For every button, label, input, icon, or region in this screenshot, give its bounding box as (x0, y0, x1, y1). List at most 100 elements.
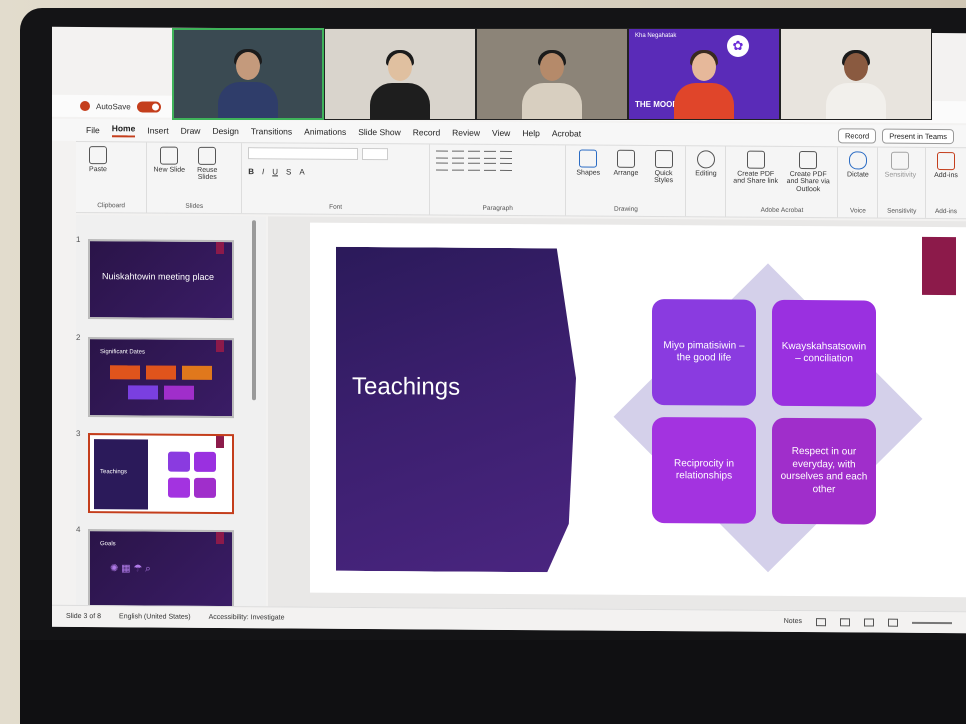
language[interactable]: English (United States) (119, 613, 191, 620)
tab-view[interactable]: View (492, 128, 510, 138)
tab-review[interactable]: Review (452, 128, 480, 138)
quick-styles-icon (654, 150, 673, 169)
strikethrough-button[interactable]: S (286, 167, 291, 176)
pdf-share-icon (746, 150, 765, 169)
thumb-box (194, 451, 216, 472)
bold-button[interactable]: B (248, 167, 254, 176)
tab-home[interactable]: Home (111, 123, 136, 138)
slide-thumbnail-4[interactable]: Goals ✺ ▦ ☂ ⌕ (88, 529, 234, 611)
thumb-corner-decoration (216, 241, 224, 255)
goals-icons: ✺ ▦ ☂ ⌕ (110, 563, 151, 575)
underline-button[interactable]: U (272, 167, 278, 176)
quick-styles-button[interactable]: Quick Styles (648, 150, 680, 212)
reuse-slides-icon (198, 146, 217, 165)
normal-view-icon[interactable] (816, 617, 826, 626)
participant-tile-2[interactable] (324, 28, 476, 120)
addins-group-label: Add-ins (934, 207, 958, 216)
clipboard-group-label: Clipboard (97, 202, 126, 210)
date-box (182, 365, 212, 380)
slide-thumbnail-1[interactable]: Nuiskahtowin meeting place (88, 239, 234, 321)
slide-thumbnail-3[interactable]: Teachings (88, 433, 234, 515)
microphone-icon (848, 151, 867, 170)
slide-sorter-icon[interactable] (840, 617, 850, 626)
editing-group: Editing (686, 146, 727, 217)
teaching-box-1[interactable]: Miyo pimatisiwin – the good life (652, 298, 756, 406)
tab-insert[interactable]: Insert (147, 125, 168, 135)
participant-video (522, 50, 582, 119)
zoom-slider[interactable] (912, 621, 952, 624)
notes-button[interactable]: Notes (784, 618, 802, 625)
reuse-slides-button[interactable]: Reuse Slides (191, 146, 223, 209)
teaching-box-4[interactable]: Respect in our everyday, with ourselves … (772, 417, 876, 525)
reading-view-icon[interactable] (864, 617, 874, 627)
teaching-box-2[interactable]: Kwayskahsatsowin – conciliation (772, 299, 876, 407)
paste-button[interactable]: Paste (82, 146, 114, 208)
tab-help[interactable]: Help (522, 128, 539, 138)
addins-icon (937, 151, 955, 171)
shapes-button[interactable]: Shapes (572, 149, 604, 211)
sensitivity-icon (891, 151, 910, 170)
addins-group: Add-ins Add-ins (926, 148, 966, 218)
autosave-label: AutoSave (96, 101, 131, 111)
paragraph-group-label: Paragraph (482, 204, 513, 213)
slide-left-panel (336, 247, 576, 573)
slide-show-icon[interactable] (888, 618, 898, 627)
editing-button[interactable]: Editing (692, 150, 719, 212)
adobe-acrobat-group: Create PDF and Share link Create PDF and… (726, 146, 839, 218)
slide-thumbnail-2[interactable]: Significant Dates (88, 337, 234, 419)
create-pdf-share-link-button[interactable]: Create PDF and Share link (732, 150, 779, 213)
date-box (128, 385, 158, 400)
participant-name: Kha Negahatak (635, 33, 677, 39)
current-slide[interactable]: Teachings Miyo pimatisiwin – the good li… (310, 222, 966, 598)
tab-animations[interactable]: Animations (304, 127, 346, 137)
autosave-toggle[interactable] (136, 100, 161, 113)
tab-record[interactable]: Record (413, 127, 440, 137)
new-slide-button[interactable]: New Slide (153, 146, 185, 209)
thumb-box (168, 477, 190, 498)
tab-draw[interactable]: Draw (181, 126, 201, 136)
tab-design[interactable]: Design (212, 126, 238, 136)
participant-tile-1[interactable] (172, 28, 324, 120)
participant-tile-5[interactable] (780, 28, 932, 120)
addins-button[interactable]: Add-ins (932, 151, 960, 214)
slides-group-label: Slides (185, 202, 204, 210)
font-group: B I U S A Font (242, 143, 430, 215)
thumb-title: Teachings (100, 469, 128, 476)
sensitivity-button[interactable]: Sensitivity (884, 151, 916, 214)
record-button[interactable]: Record (838, 128, 877, 144)
arrange-button[interactable]: Arrange (610, 149, 642, 212)
participant-video (218, 49, 278, 118)
slide-title[interactable]: Teachings (352, 373, 460, 402)
paragraph-controls[interactable] (436, 150, 559, 172)
tab-acrobat[interactable]: Acrobat (552, 128, 581, 138)
create-pdf-outlook-button[interactable]: Create PDF and Share via Outlook (785, 151, 832, 213)
ribbon: Paste Clipboard New Slide Reuse Slides S… (76, 140, 966, 220)
tab-file[interactable]: File (86, 125, 100, 135)
thumb-title: Significant Dates (100, 349, 146, 356)
tab-transitions[interactable]: Transitions (251, 126, 292, 136)
dictate-button[interactable]: Dictate (844, 151, 871, 213)
paragraph-group: Paragraph (430, 144, 567, 216)
slide-count: Slide 3 of 8 (66, 612, 102, 621)
thumb-corner-decoration (216, 435, 224, 449)
teaching-box-3[interactable]: Reciprocity in relationships (652, 416, 756, 524)
accessibility-status[interactable]: Accessibility: Investigate (209, 614, 285, 622)
thumbnail-scrollbar[interactable] (252, 220, 256, 401)
present-in-teams-button[interactable]: Present in Teams (882, 128, 954, 145)
font-name-dropdown[interactable] (248, 147, 359, 160)
video-call-strip: Kha Negahatak ✿ THE MOODLE (172, 28, 932, 120)
tab-slide-show[interactable]: Slide Show (358, 127, 401, 137)
font-color-button[interactable]: A (299, 168, 304, 177)
thumb-number: 2 (76, 332, 81, 343)
date-box (146, 365, 176, 380)
slide-canvas: Teachings Miyo pimatisiwin – the good li… (268, 216, 966, 612)
slide-thumbnail-pane: 1 Nuiskahtowin meeting place 2 Significa… (76, 214, 266, 611)
italic-button[interactable]: I (262, 167, 264, 176)
participant-tile-3[interactable] (476, 28, 628, 120)
thumb-title: Nuiskahtowin meeting place (102, 271, 215, 282)
font-size-dropdown[interactable] (362, 147, 389, 161)
new-slide-icon (160, 146, 179, 165)
thumb-number: 1 (76, 234, 81, 245)
slides-group: New Slide Reuse Slides Slides (147, 142, 243, 214)
participant-tile-4[interactable]: Kha Negahatak ✿ THE MOODLE (628, 28, 780, 120)
